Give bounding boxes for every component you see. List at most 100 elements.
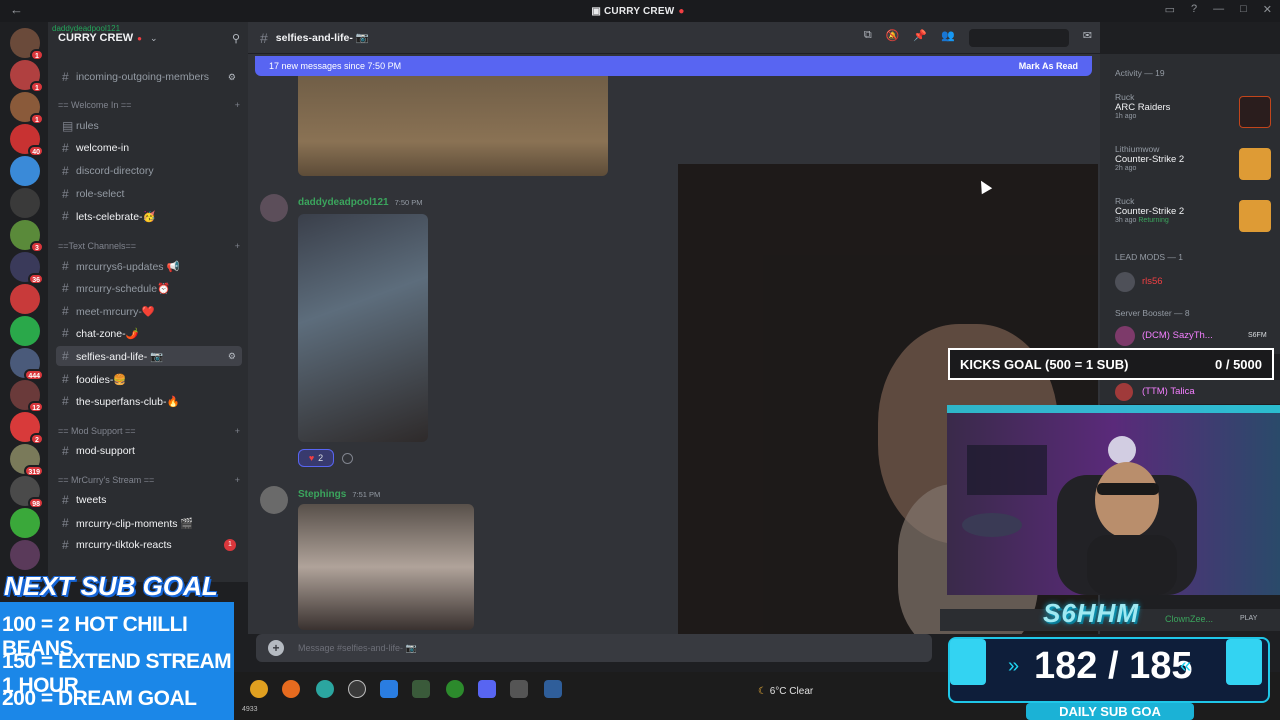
minimize-icon[interactable]: — xyxy=(1213,3,1224,16)
inbox-icon[interactable]: ✉ xyxy=(1083,29,1092,47)
channel-item[interactable]: # chat-zone-🌶️ xyxy=(56,323,242,343)
channel-item[interactable]: # mrcurry-schedule⏰ xyxy=(56,278,242,298)
server-icon[interactable] xyxy=(10,540,40,570)
category-header[interactable]: == Mod Support == + xyxy=(58,426,240,436)
back-arrow-icon[interactable]: ← xyxy=(10,2,23,17)
lead-mod-name[interactable]: rls56 xyxy=(1142,276,1163,287)
app-icon[interactable] xyxy=(412,680,430,698)
channel-item[interactable]: ▤ rules xyxy=(56,116,242,136)
message-composer[interactable]: + Message #selfies-and-life- 📷 xyxy=(256,634,932,662)
attachment-image-top[interactable] xyxy=(298,62,608,176)
add-channel-icon[interactable]: + xyxy=(235,426,240,436)
channel-item[interactable]: # incoming-outgoing-members ⚙ xyxy=(56,67,242,87)
channel-settings-icon[interactable]: ⚙ xyxy=(228,72,236,83)
server-icon[interactable]: 319 xyxy=(10,444,44,477)
channel-item[interactable]: # role-select xyxy=(56,184,242,204)
booster-name[interactable]: (DCM) SazyTh... xyxy=(1142,330,1213,341)
server-icon[interactable]: 1 xyxy=(10,92,44,125)
add-user-icon[interactable]: ⚲ xyxy=(232,32,240,45)
attachment-image-portrait[interactable] xyxy=(298,504,474,630)
discord-icon[interactable] xyxy=(478,680,496,698)
channel-item[interactable]: # mrcurry-clip-moments 🎬 xyxy=(56,513,242,533)
server-icon[interactable]: 98 xyxy=(10,476,44,509)
hash-icon: # xyxy=(62,304,69,318)
category-header[interactable]: ==Text Channels== + xyxy=(58,241,240,251)
app-icon[interactable] xyxy=(380,680,398,698)
server-icon[interactable]: 3 xyxy=(10,220,44,253)
channel-item[interactable]: # mod-support xyxy=(56,441,242,461)
category-header[interactable]: == MrCurry's Stream == + xyxy=(58,475,240,485)
channel-item[interactable]: # lets-celebrate-🥳 xyxy=(56,206,242,226)
inbox-icon[interactable]: ▭ xyxy=(1165,3,1175,16)
help-icon[interactable]: ? xyxy=(1191,3,1197,16)
message-author[interactable]: daddydeadpool121 7:50 PM xyxy=(298,197,423,208)
add-reaction-icon[interactable] xyxy=(342,453,353,464)
counter-strike-icon xyxy=(1239,200,1271,232)
activity-item[interactable]: Ruck ARC Raiders 1h ago xyxy=(1115,92,1273,134)
channel-item[interactable]: # welcome-in xyxy=(56,138,242,158)
channel-item[interactable]: # mrcurrys6-updates 📢 xyxy=(56,256,242,276)
channel-item[interactable]: # tweets xyxy=(56,490,242,510)
unread-badge: 1 xyxy=(30,113,44,125)
xbox-icon[interactable] xyxy=(446,680,464,698)
server-icon[interactable]: 40 xyxy=(10,124,44,157)
server-icon[interactable]: 1 xyxy=(10,60,44,93)
member-avatar[interactable] xyxy=(1115,272,1135,292)
member-row[interactable]: (TTM) Talica xyxy=(1100,380,1280,404)
weather-widget[interactable]: ☾ 6°C Clear xyxy=(758,686,813,697)
app-icon[interactable] xyxy=(544,680,562,698)
chrome-icon[interactable] xyxy=(250,680,268,698)
booster-header: Server Booster — 8 xyxy=(1115,308,1190,318)
chevron-down-icon[interactable]: ⌄ xyxy=(150,33,158,44)
search-input[interactable] xyxy=(968,28,1069,47)
message-author[interactable]: Stephings 7:51 PM xyxy=(298,489,380,500)
add-channel-icon[interactable]: + xyxy=(235,475,240,485)
channel-title: selfies-and-life- 📷 xyxy=(275,32,369,44)
activity-item[interactable]: Lithiumwow Counter-Strike 2 2h ago xyxy=(1115,144,1273,186)
channel-item[interactable]: # the-superfans-club-🔥 xyxy=(56,391,242,411)
server-icon[interactable]: 36 xyxy=(10,252,44,285)
close-icon[interactable]: ✕ xyxy=(1263,3,1272,16)
pin-icon[interactable]: 📌 xyxy=(913,29,927,47)
new-messages-banner[interactable]: 17 new messages since 7:50 PM Mark As Re… xyxy=(255,56,1092,76)
server-icon[interactable]: 12 xyxy=(10,380,44,413)
channel-item[interactable]: # mrcurry-tiktok-reacts 1 xyxy=(56,535,242,555)
firefox-icon[interactable] xyxy=(282,680,300,698)
add-channel-icon[interactable]: + xyxy=(235,241,240,251)
server-icon[interactable] xyxy=(10,316,40,346)
server-icon[interactable] xyxy=(10,156,40,186)
mark-as-read-button[interactable]: Mark As Read xyxy=(1019,61,1078,71)
obs-icon[interactable] xyxy=(348,680,366,698)
channel-item[interactable]: # discord-directory xyxy=(56,161,242,181)
category-header[interactable]: == Welcome In == + xyxy=(58,100,240,110)
notification-bell-icon[interactable]: 🔕 xyxy=(886,29,900,47)
threads-icon[interactable]: ⧉ xyxy=(864,29,872,47)
server-icon[interactable] xyxy=(10,188,40,218)
channel-settings-icon[interactable]: ⚙ xyxy=(228,351,236,362)
channel-item[interactable]: # selfies-and-life- 📷 ⚙ xyxy=(56,346,242,366)
server-icon[interactable]: 444 xyxy=(10,348,44,381)
avatar[interactable] xyxy=(260,194,288,222)
plus-icon[interactable]: + xyxy=(268,640,284,656)
gift-icon xyxy=(950,639,986,685)
server-icon[interactable] xyxy=(10,284,40,314)
avatar[interactable] xyxy=(260,486,288,514)
maximize-icon[interactable]: □ xyxy=(1240,3,1247,16)
attachment-image-selfie[interactable] xyxy=(298,214,428,442)
edge-icon[interactable] xyxy=(316,680,334,698)
channel-item[interactable]: # meet-mrcurry-❤️ xyxy=(56,301,242,321)
activity-item[interactable]: Ruck Counter-Strike 2 3h ago Returning xyxy=(1115,196,1273,238)
sub-counter-overlay: ClownZee... PLAY S6HHM » 182 / 185 « DAI… xyxy=(940,595,1280,720)
add-channel-icon[interactable]: + xyxy=(235,100,240,110)
server-icon[interactable]: 1 xyxy=(10,28,44,61)
member-avatar[interactable] xyxy=(1115,326,1135,346)
channel-item[interactable]: # foodies-🍔 xyxy=(56,369,242,389)
members-icon[interactable]: 👥 xyxy=(941,29,955,47)
server-icon[interactable]: 2 xyxy=(10,412,44,445)
arc-raiders-icon xyxy=(1239,96,1271,128)
heart-reaction[interactable]: ♥ 2 xyxy=(298,449,334,467)
app-icon[interactable] xyxy=(510,680,528,698)
server-icon[interactable] xyxy=(10,508,40,538)
server-header[interactable]: daddydeadpool121 CURRY CREW ● ⌄ ⚲ xyxy=(48,22,248,54)
stream-tag: S6HHM xyxy=(1043,598,1140,628)
